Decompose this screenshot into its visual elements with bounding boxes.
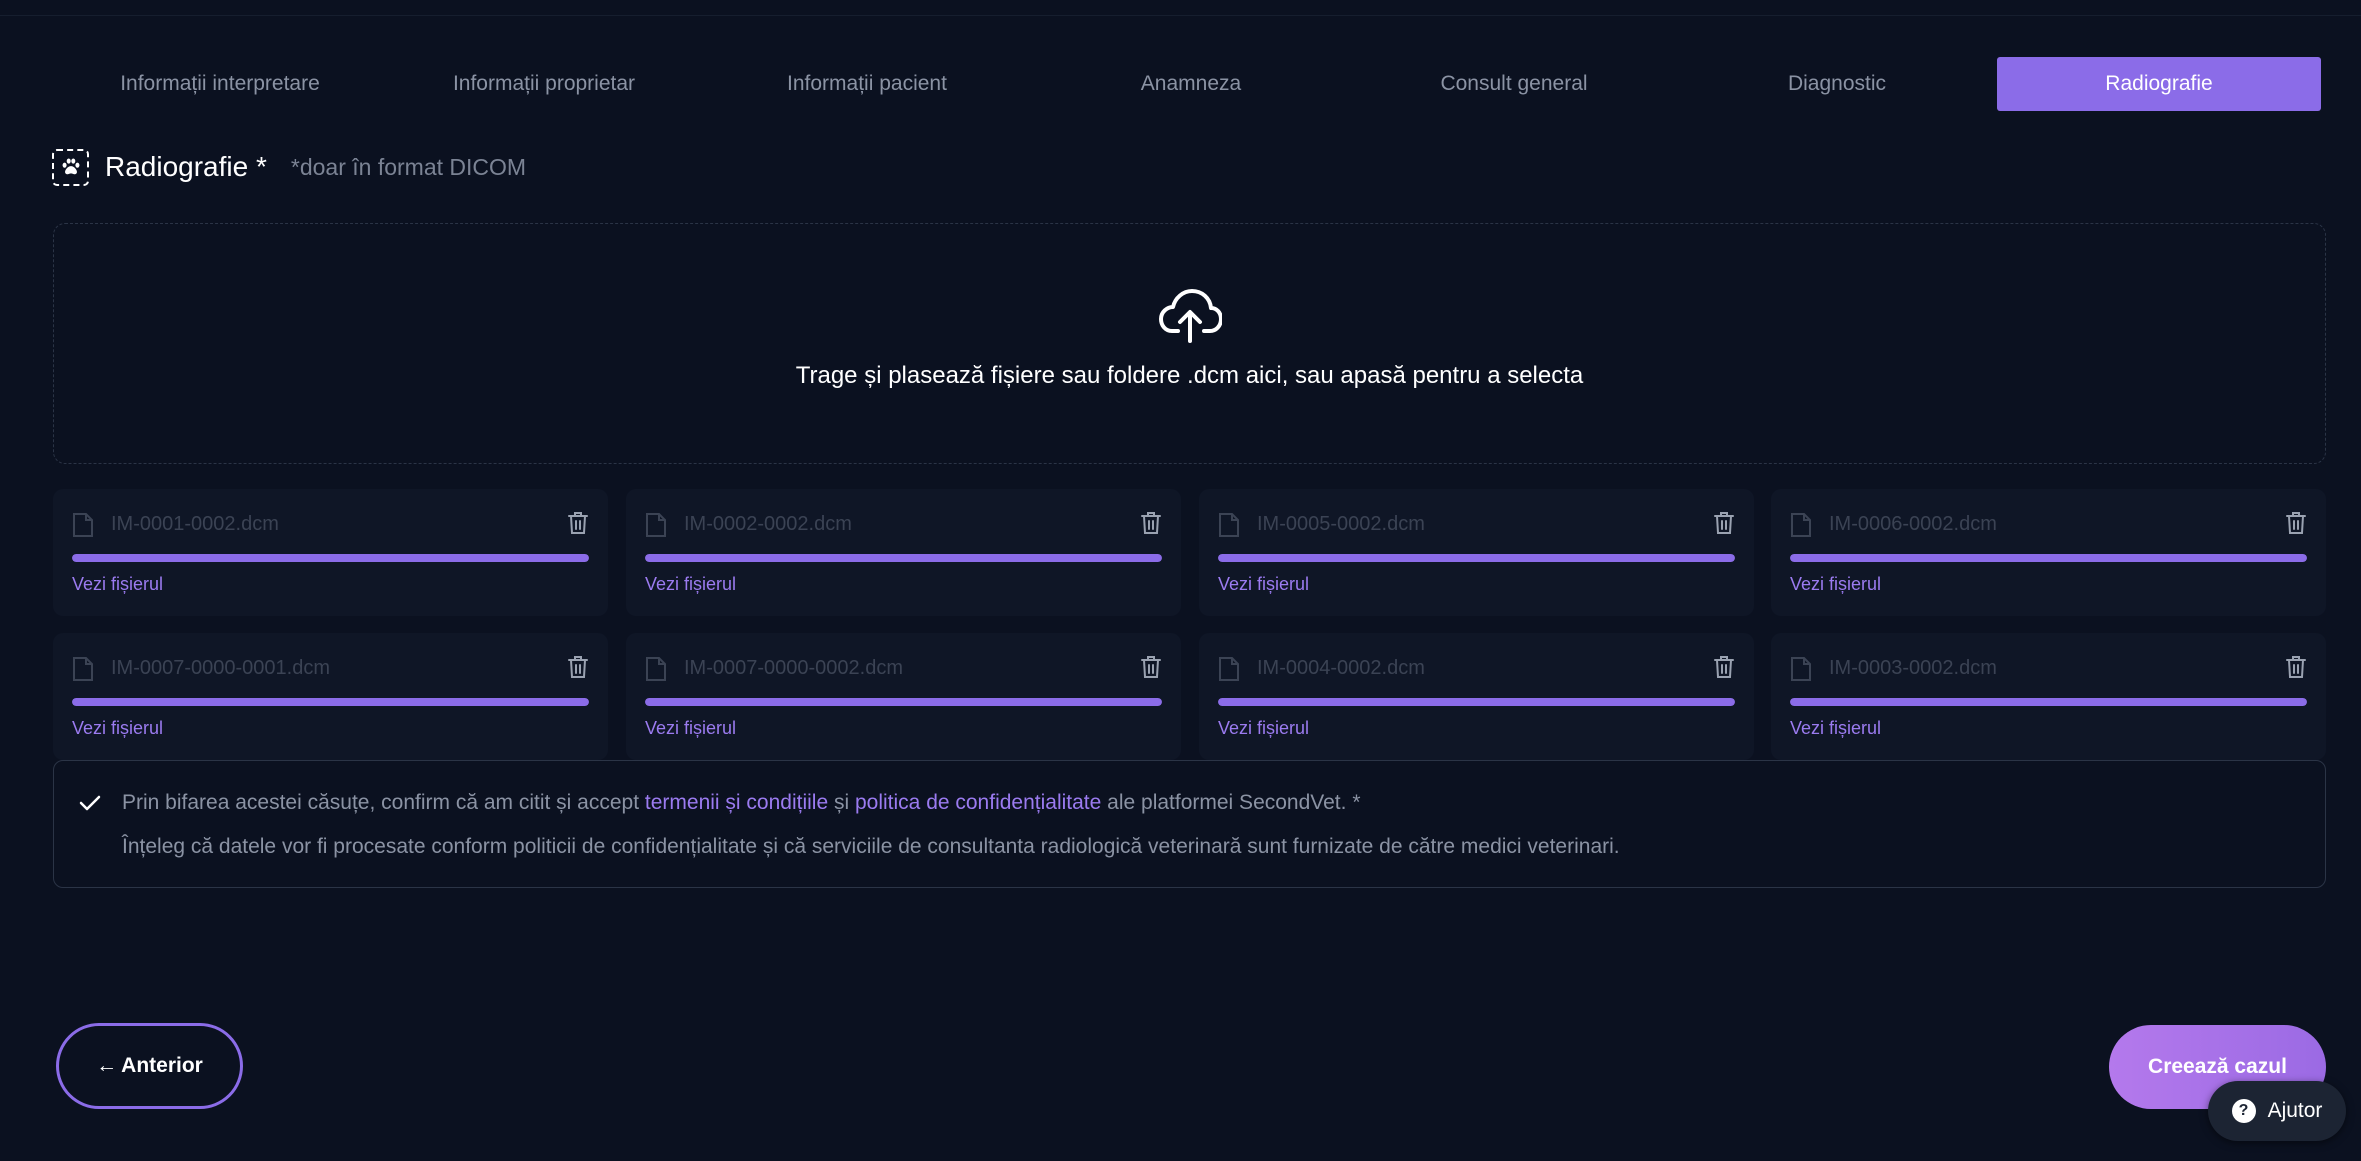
tab-informatii-interpretare[interactable]: Informații interpretare: [58, 57, 382, 111]
file-card: IM-0001-0002.dcm Vezi fișierul: [53, 489, 608, 616]
file-dropzone[interactable]: Trage și plasează fișiere sau foldere .d…: [53, 223, 2326, 464]
file-name: IM-0005-0002.dcm: [1257, 513, 1425, 535]
trash-icon[interactable]: [2285, 655, 2307, 684]
tab-anamneza[interactable]: Anamneza: [1029, 57, 1353, 111]
view-file-link[interactable]: Vezi fișierul: [1790, 574, 1881, 595]
file-card: IM-0004-0002.dcm Vezi fișierul: [1199, 633, 1754, 760]
file-name: IM-0003-0002.dcm: [1829, 657, 1997, 679]
view-file-link[interactable]: Vezi fișierul: [645, 574, 736, 595]
tab-informatii-proprietar[interactable]: Informații proprietar: [382, 57, 706, 111]
upload-progress-bar: [1218, 554, 1735, 562]
file-name: IM-0002-0002.dcm: [684, 513, 852, 535]
file-card: IM-0002-0002.dcm Vezi fișierul: [626, 489, 1181, 616]
consent-text-post: ale platformei SecondVet. *: [1101, 791, 1361, 814]
consent-note: Înțeleg că datele vor fi procesate confo…: [122, 835, 1620, 858]
file-card: IM-0003-0002.dcm Vezi fișierul: [1771, 633, 2326, 760]
file-icon: [72, 512, 94, 543]
section-header: Radiografie * *doar în format DICOM: [52, 147, 526, 187]
view-file-link[interactable]: Vezi fișierul: [645, 718, 736, 739]
file-name: IM-0001-0002.dcm: [111, 513, 279, 535]
file-icon: [1218, 656, 1240, 687]
file-name: IM-0006-0002.dcm: [1829, 513, 1997, 535]
help-icon: ?: [2231, 1099, 2256, 1123]
view-file-link[interactable]: Vezi fișierul: [1218, 574, 1309, 595]
upload-progress-bar: [72, 698, 589, 706]
trash-icon[interactable]: [567, 511, 589, 540]
file-name: IM-0007-0000-0001.dcm: [111, 657, 331, 679]
upload-progress-bar: [1790, 698, 2307, 706]
file-card: IM-0005-0002.dcm Vezi fișierul: [1199, 489, 1754, 616]
consent-text-pre: Prin bifarea acestei căsuțe, confirm că …: [122, 791, 645, 814]
privacy-link[interactable]: politica de confidențialitate: [855, 791, 1101, 814]
file-card: IM-0006-0002.dcm Vezi fișierul: [1771, 489, 2326, 616]
top-bar: [0, 0, 2361, 16]
help-button[interactable]: ? Ajutor: [2208, 1081, 2346, 1141]
tab-consult-general[interactable]: Consult general: [1352, 57, 1676, 111]
file-name: IM-0007-0000-0002.dcm: [684, 657, 904, 679]
step-tabs: Informații interpretare Informații propr…: [0, 57, 2361, 111]
arrow-left-icon: ←: [96, 1054, 118, 1077]
consent-text: Prin bifarea acestei căsuțe, confirm că …: [122, 791, 1361, 815]
tab-diagnostic[interactable]: Diagnostic: [1675, 57, 1999, 111]
paw-icon: [52, 148, 89, 186]
file-icon: [645, 656, 667, 687]
trash-icon[interactable]: [1140, 655, 1162, 684]
trash-icon[interactable]: [1713, 655, 1735, 684]
trash-icon[interactable]: [567, 655, 589, 684]
trash-icon[interactable]: [1713, 511, 1735, 540]
consent-checkbox[interactable]: [78, 791, 102, 815]
file-icon: [1218, 512, 1240, 543]
previous-button-label: Anterior: [121, 1054, 203, 1077]
upload-progress-bar: [645, 698, 1162, 706]
tab-radiografie[interactable]: Radiografie: [1997, 57, 2321, 111]
upload-progress-bar: [72, 554, 589, 562]
view-file-link[interactable]: Vezi fișierul: [72, 718, 163, 739]
file-icon: [645, 512, 667, 543]
view-file-link[interactable]: Vezi fișierul: [1790, 718, 1881, 739]
file-card: IM-0007-0000-0002.dcm Vezi fișierul: [626, 633, 1181, 760]
dropzone-text: Trage și plasează fișiere sau foldere .d…: [795, 362, 1584, 389]
format-note: *doar în format DICOM: [290, 153, 527, 180]
upload-progress-bar: [645, 554, 1162, 562]
file-icon: [1790, 656, 1812, 687]
file-icon: [72, 656, 94, 687]
trash-icon[interactable]: [2285, 511, 2307, 540]
trash-icon[interactable]: [1140, 511, 1162, 540]
view-file-link[interactable]: Vezi fișierul: [1218, 718, 1309, 739]
help-button-label: Ajutor: [2267, 1099, 2323, 1122]
previous-button[interactable]: ← Anterior: [56, 1023, 243, 1109]
cloud-upload-icon: [1158, 287, 1223, 348]
view-file-link[interactable]: Vezi fișierul: [72, 574, 163, 595]
section-title: Radiografie *: [105, 151, 267, 182]
file-icon: [1790, 512, 1812, 543]
consent-text-mid: și: [828, 791, 855, 814]
tab-informatii-pacient[interactable]: Informații pacient: [705, 57, 1029, 111]
upload-progress-bar: [1790, 554, 2307, 562]
check-icon: [79, 795, 101, 811]
file-card: IM-0007-0000-0001.dcm Vezi fișierul: [53, 633, 608, 760]
terms-link[interactable]: termenii și condițiile: [645, 791, 828, 814]
file-name: IM-0004-0002.dcm: [1257, 657, 1425, 679]
consent-box: Prin bifarea acestei căsuțe, confirm că …: [53, 760, 2326, 888]
upload-progress-bar: [1218, 698, 1735, 706]
